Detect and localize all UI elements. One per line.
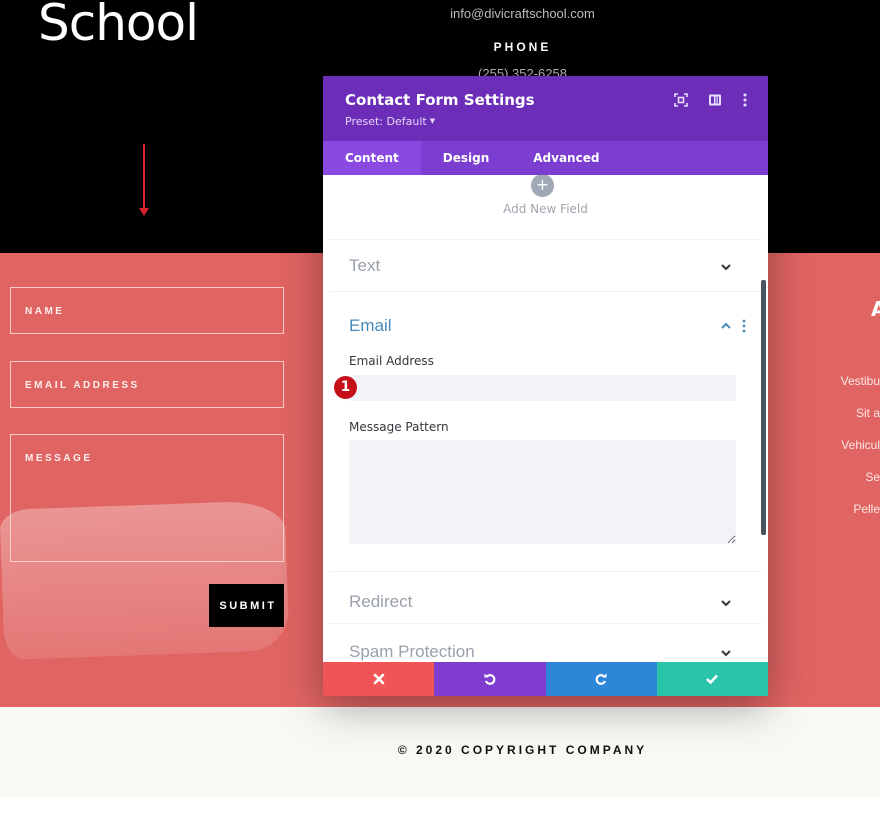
email-field-placeholder: EMAIL ADDRESS (25, 380, 140, 391)
tab-advanced[interactable]: Advanced (511, 141, 621, 175)
side-column-line: Vestibu (840, 374, 880, 388)
message-pattern-textarea[interactable] (349, 440, 736, 544)
side-column-line: Vehicul (841, 438, 880, 452)
phone-label: PHONE (493, 40, 552, 54)
modal-body: + Add New Field Text Email Email Address… (323, 175, 768, 662)
chevron-up-icon[interactable] (720, 320, 732, 332)
email-address-input[interactable] (349, 375, 736, 401)
submit-button[interactable]: SUBMIT (209, 584, 284, 627)
copyright-text: © 2020 COPYRIGHT COMPANY (397, 743, 648, 757)
name-field-placeholder: NAME (25, 306, 65, 317)
side-column-line: Se (865, 470, 880, 484)
add-new-field-label[interactable]: Add New Field (323, 202, 768, 216)
more-options-icon[interactable] (742, 319, 746, 333)
section-title: Spam Protection (349, 642, 475, 661)
modal-scrollbar[interactable] (761, 280, 766, 535)
annotation-badge: 1 (334, 376, 357, 399)
section-email: Email Email Address Message Pattern (329, 291, 762, 571)
section-spam-protection[interactable]: Spam Protection (329, 623, 762, 662)
modal-title: Contact Form Settings (345, 91, 535, 109)
contact-email[interactable]: info@divicraftschool.com (400, 6, 645, 21)
preset-dropdown[interactable]: Preset: Default ▼ (345, 115, 435, 128)
footer: © 2020 COPYRIGHT COMPANY (0, 707, 880, 797)
close-icon (373, 673, 384, 685)
tab-design[interactable]: Design (421, 141, 512, 175)
modal-tabs: Content Design Advanced (323, 141, 768, 175)
undo-icon (484, 673, 496, 685)
section-title: Text (349, 256, 381, 275)
section-title[interactable]: Email (349, 316, 392, 336)
undo-button[interactable] (434, 662, 546, 696)
site-logo: School (38, 0, 199, 52)
split-view-icon[interactable] (707, 92, 723, 108)
redo-button[interactable] (545, 662, 657, 696)
message-field[interactable]: MESSAGE (10, 434, 284, 562)
redo-icon (595, 673, 607, 685)
section-redirect[interactable]: Redirect (329, 571, 762, 623)
chevron-down-icon[interactable] (720, 261, 732, 273)
message-field-placeholder: MESSAGE (25, 453, 93, 464)
email-address-label: Email Address (349, 354, 434, 368)
side-column-line: Sit a (855, 406, 880, 420)
preset-label: Preset: Default (345, 115, 427, 128)
caret-down-icon: ▼ (429, 117, 436, 125)
arrow-down-icon (139, 144, 149, 216)
check-icon (706, 674, 719, 685)
add-new-field-button[interactable]: + (531, 175, 554, 197)
focus-mode-icon[interactable] (673, 92, 689, 108)
modal-action-bar (323, 662, 768, 696)
chevron-down-icon[interactable] (720, 597, 732, 609)
email-field[interactable]: EMAIL ADDRESS (10, 361, 284, 408)
side-column-heading: A (871, 297, 880, 321)
section-text[interactable]: Text (329, 239, 762, 291)
tab-content[interactable]: Content (323, 141, 421, 175)
save-button[interactable] (656, 662, 768, 696)
message-pattern-label: Message Pattern (349, 420, 449, 434)
chevron-down-icon[interactable] (720, 647, 732, 659)
name-field[interactable]: NAME (10, 287, 284, 334)
cancel-button[interactable] (323, 662, 435, 696)
modal-header[interactable]: Contact Form Settings Preset: Default ▼ (323, 76, 768, 141)
side-column-line: Pelle (853, 502, 880, 516)
more-options-icon[interactable] (737, 92, 753, 108)
section-title: Redirect (349, 592, 413, 611)
contact-form-settings-modal: Contact Form Settings Preset: Default ▼ C… (323, 76, 768, 696)
